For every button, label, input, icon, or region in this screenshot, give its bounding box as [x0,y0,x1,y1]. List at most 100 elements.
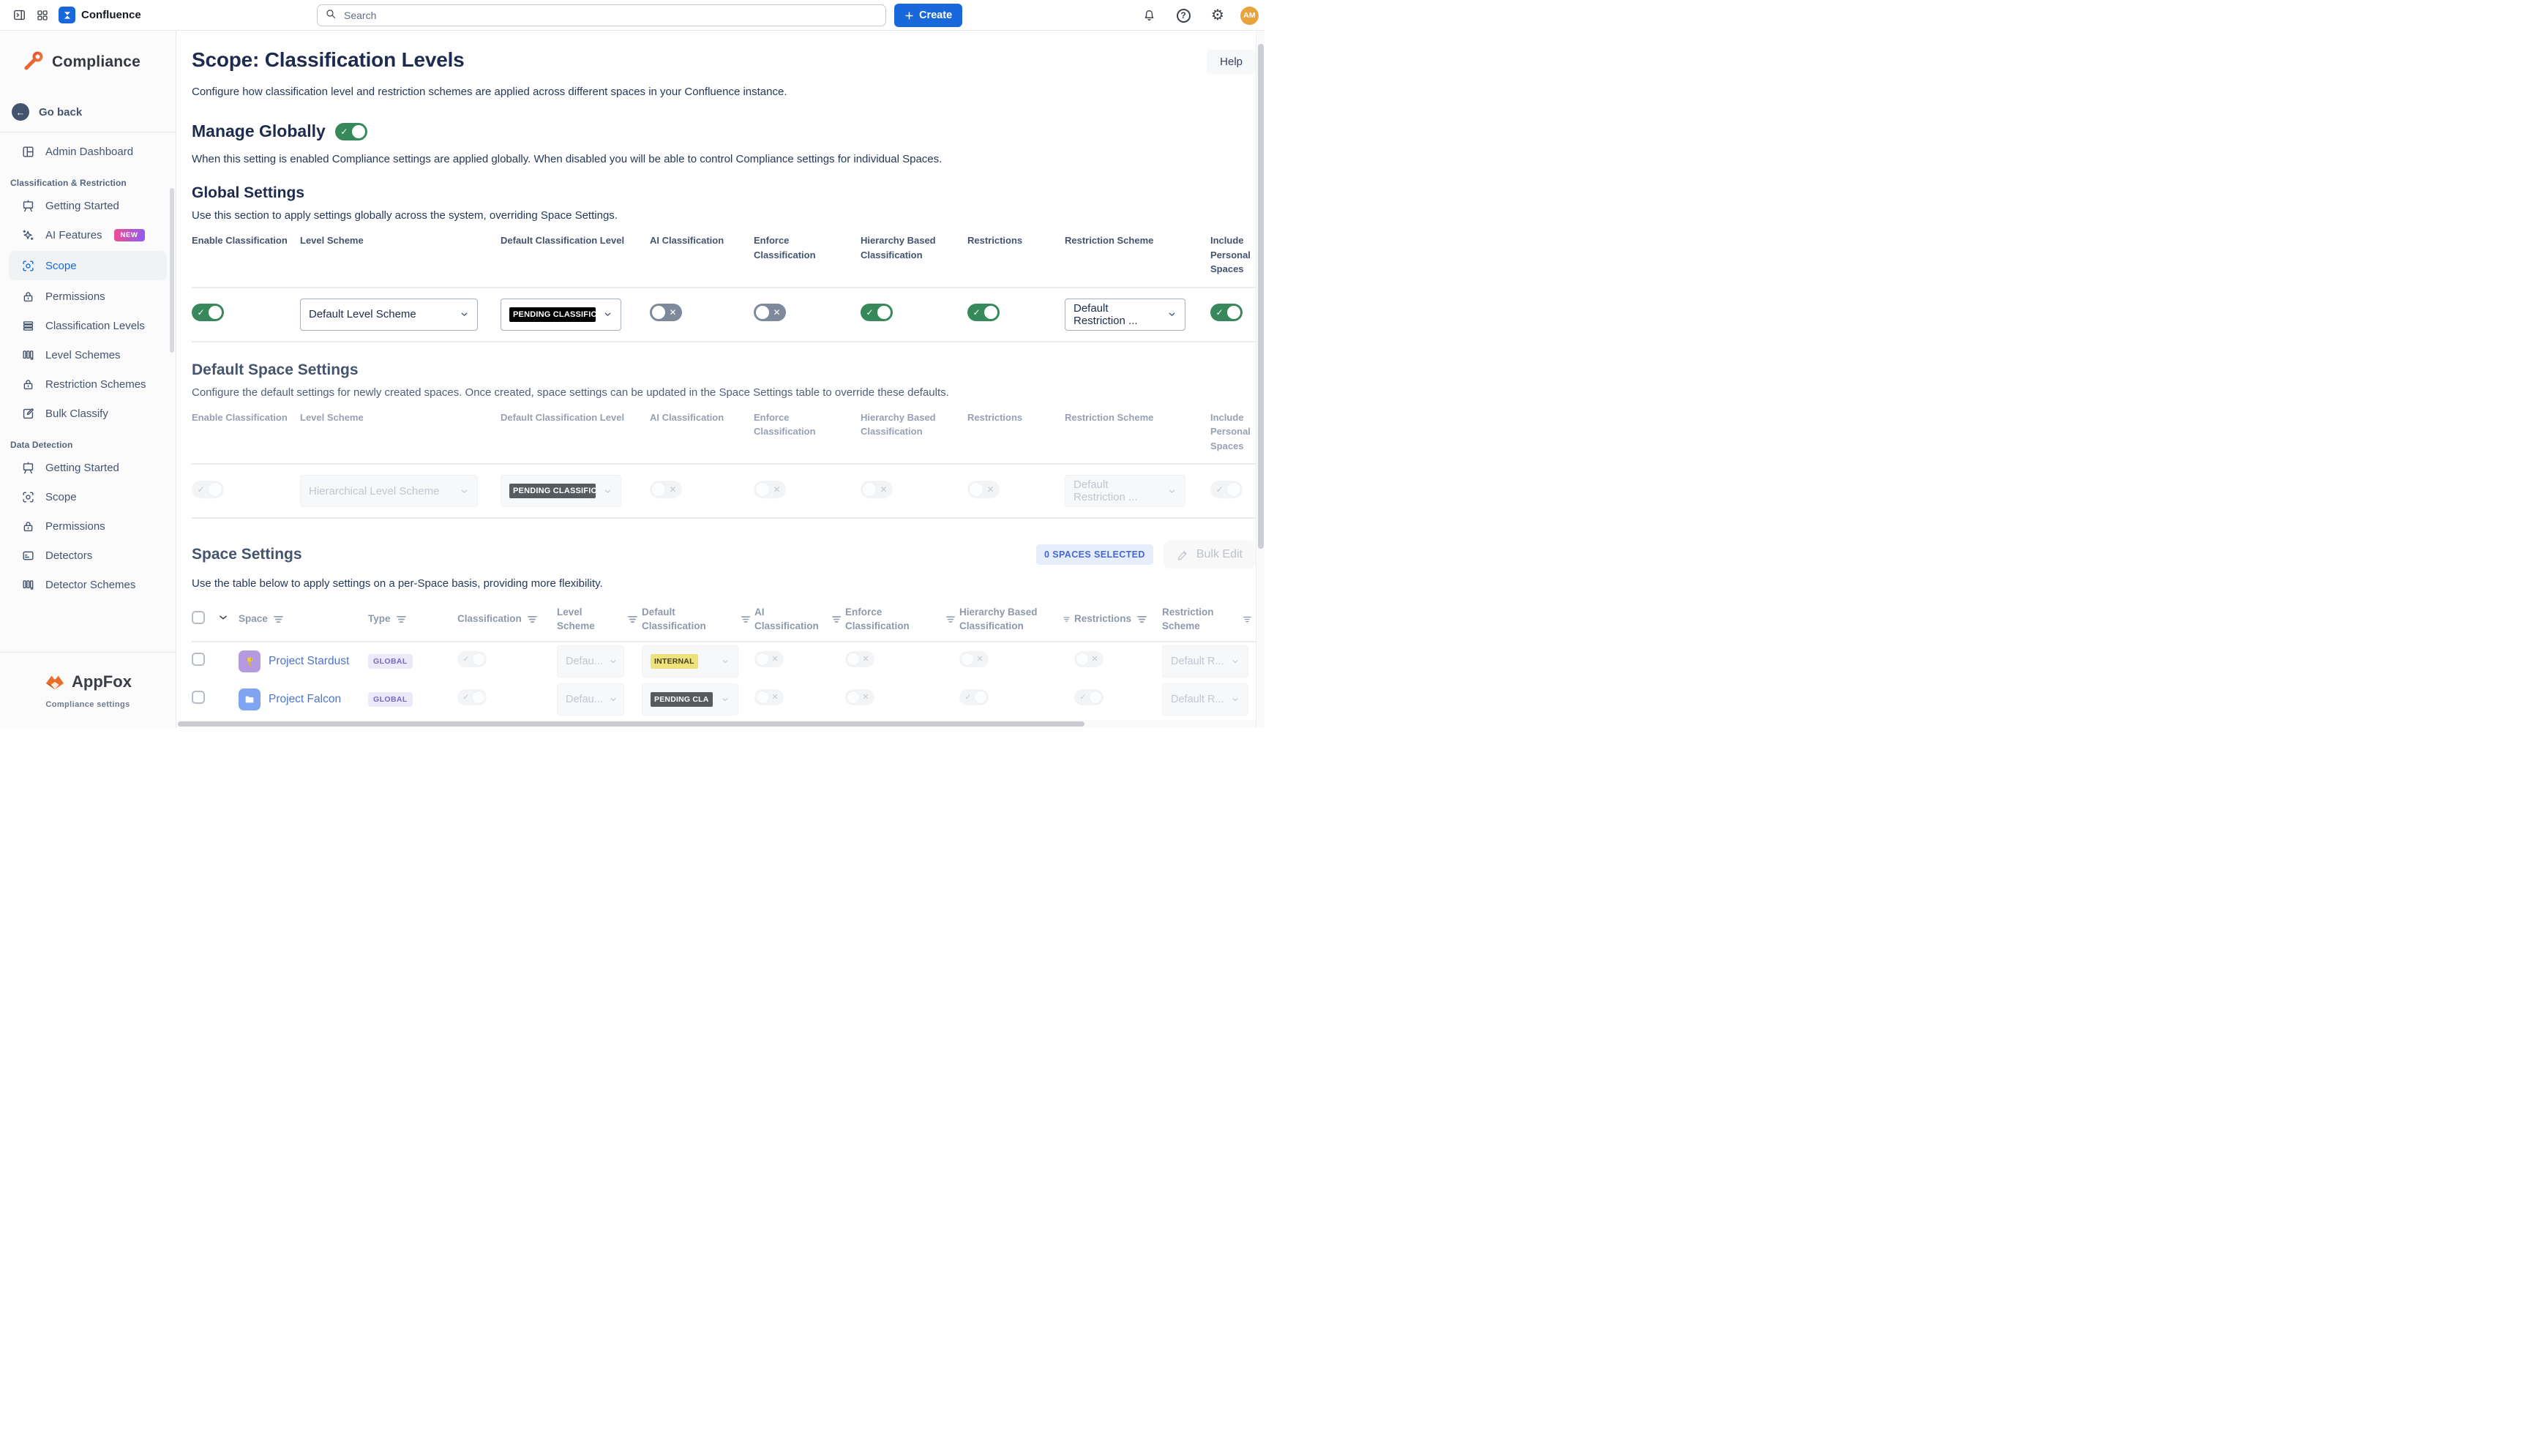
hierarchy-based-classification-toggle[interactable]: ✓ [861,304,893,321]
sidebar-item-detectors[interactable]: Detectors [0,541,176,570]
sidebar-item-getting-started[interactable]: Getting Started [0,191,176,220]
sidebar-scrollbar[interactable] [170,188,174,353]
global-settings-header: Enable Classification Level Scheme Defau… [192,233,1256,277]
sidebar-item-scope[interactable]: Scope [9,251,167,280]
chevron-down-icon [603,487,612,496]
global-settings-row: ✓ Default Level Scheme PENDING CLASSIFIC… [192,287,1256,342]
default-classification-level-select[interactable]: PENDING CLASSIFICATI [501,299,621,331]
sidebar-item-bulk-classify[interactable]: Bulk Classify [0,399,176,428]
filter-icon[interactable] [397,615,406,623]
card-icon [20,548,35,563]
level-scheme-select: Defau... [557,683,624,716]
space-name-link[interactable]: Project Stardust [269,655,349,668]
space-settings-description: Use the table below to apply settings on… [192,577,1256,590]
global-search[interactable] [317,4,886,26]
filter-icon[interactable] [832,615,841,623]
bulk-edit-button[interactable]: Bulk Edit [1164,541,1256,568]
enforce-classification-toggle: ✕ [845,689,874,705]
row-checkbox[interactable] [192,691,205,704]
create-button[interactable]: Create [894,4,962,27]
chevron-down-icon [460,309,469,319]
appfox-logo: AppFox [44,672,132,691]
space-settings-title: Space Settings [192,546,302,563]
restriction-scheme-select[interactable]: Default Restriction ... [1065,299,1185,331]
sidebar-item-detector-schemes[interactable]: Detector Schemes [0,570,176,599]
sidebar-item-admin-dashboard[interactable]: Admin Dashboard [0,137,176,166]
chevron-down-icon [1167,309,1177,319]
chevron-down-icon [609,695,618,704]
internal-badge: INTERNAL [651,654,698,669]
user-avatar[interactable]: AM [1240,7,1259,25]
restrictions-toggle: ✓ [1074,689,1104,705]
columns-icon [20,577,35,592]
collapse-sidebar-icon[interactable] [7,4,31,27]
sidebar-item-dd-getting-started[interactable]: Getting Started [0,453,176,482]
include-personal-toggle-disabled: ✓ [1210,481,1243,498]
space-name-link[interactable]: Project Falcon [269,693,341,706]
select-all-checkbox[interactable] [192,611,205,624]
enforce-classification-toggle-disabled: ✕ [754,481,786,498]
chevron-down-icon [1231,695,1240,704]
scope-icon [20,258,35,273]
type-badge: GLOBAL [368,692,413,707]
filter-icon[interactable] [946,615,955,623]
lock-icon [20,519,35,533]
settings-gear-icon[interactable]: ⚙ [1206,4,1229,27]
default-space-settings-title: Default Space Settings [192,361,1256,379]
vertical-scrollbar-thumb[interactable] [1258,44,1264,549]
chevron-down-icon [1167,487,1177,496]
restrictions-toggle-disabled: ✕ [967,481,1000,498]
filter-icon[interactable] [1063,615,1070,623]
confluence-logo-icon [59,7,75,23]
plus-icon [904,11,914,20]
search-input[interactable] [342,9,878,22]
row-checkbox[interactable] [192,653,205,666]
help-button[interactable]: Help [1207,50,1256,74]
page-intro: Configure how classification level and r… [192,86,1256,98]
sidebar-item-permissions[interactable]: Permissions [0,282,176,311]
chevron-down-icon [721,657,730,666]
filter-icon[interactable] [274,615,283,623]
chevron-down-icon[interactable] [218,612,228,623]
confluence-brand[interactable]: Confluence [59,7,141,23]
enable-classification-toggle[interactable]: ✓ [192,304,224,321]
hierarchy-toggle-disabled: ✕ [861,481,893,498]
notifications-bell-icon[interactable] [1137,4,1161,27]
vertical-scrollbar[interactable] [1256,31,1264,728]
default-space-settings-header: Enable Classification Level Scheme Defau… [192,410,1256,454]
default-classification-select: PENDING CLA [642,683,738,716]
sidebar-item-dd-scope[interactable]: Scope [0,482,176,511]
sidebar-item-restriction-schemes[interactable]: Restriction Schemes [0,369,176,399]
sidebar-item-ai-features[interactable]: AI Features NEW [0,220,176,249]
go-back-button[interactable]: ← Go back [0,97,176,127]
scope-icon [20,489,35,504]
restriction-scheme-select: Default R... [1162,683,1248,716]
restrictions-toggle[interactable]: ✓ [967,304,1000,321]
sidebar-item-dd-permissions[interactable]: Permissions [0,511,176,541]
sidebar-item-classification-levels[interactable]: Classification Levels [0,311,176,340]
filter-icon[interactable] [1137,615,1147,623]
filter-icon[interactable] [628,615,637,623]
easel-icon [20,198,35,213]
filter-icon[interactable] [528,615,537,623]
section-label-classification-restriction: Classification & Restriction [10,178,176,188]
default-classification-select: INTERNAL [642,645,738,678]
horizontal-scrollbar-thumb[interactable] [178,721,1084,727]
level-scheme-select[interactable]: Default Level Scheme [300,299,478,331]
app-switcher-icon[interactable] [31,4,54,27]
default-space-settings-description: Configure the default settings for newly… [192,386,1256,399]
manage-globally-toggle[interactable]: ✓ [335,123,367,140]
rows-icon [20,318,35,333]
filter-icon[interactable] [1243,615,1251,623]
horizontal-scrollbar[interactable] [176,720,1256,728]
include-personal-spaces-toggle[interactable]: ✓ [1210,304,1243,321]
space-tile-folder-icon [239,688,261,710]
enforce-classification-toggle[interactable]: ✕ [754,304,786,321]
help-circle-icon[interactable]: ? [1172,4,1195,27]
restriction-scheme-select-disabled: Default Restriction ... [1065,475,1185,507]
easel-icon [20,460,35,475]
filter-icon[interactable] [741,615,750,623]
ai-classification-toggle[interactable]: ✕ [650,304,682,321]
sidebar-item-level-schemes[interactable]: Level Schemes [0,340,176,369]
level-scheme-select-disabled: Hierarchical Level Scheme [300,475,478,507]
